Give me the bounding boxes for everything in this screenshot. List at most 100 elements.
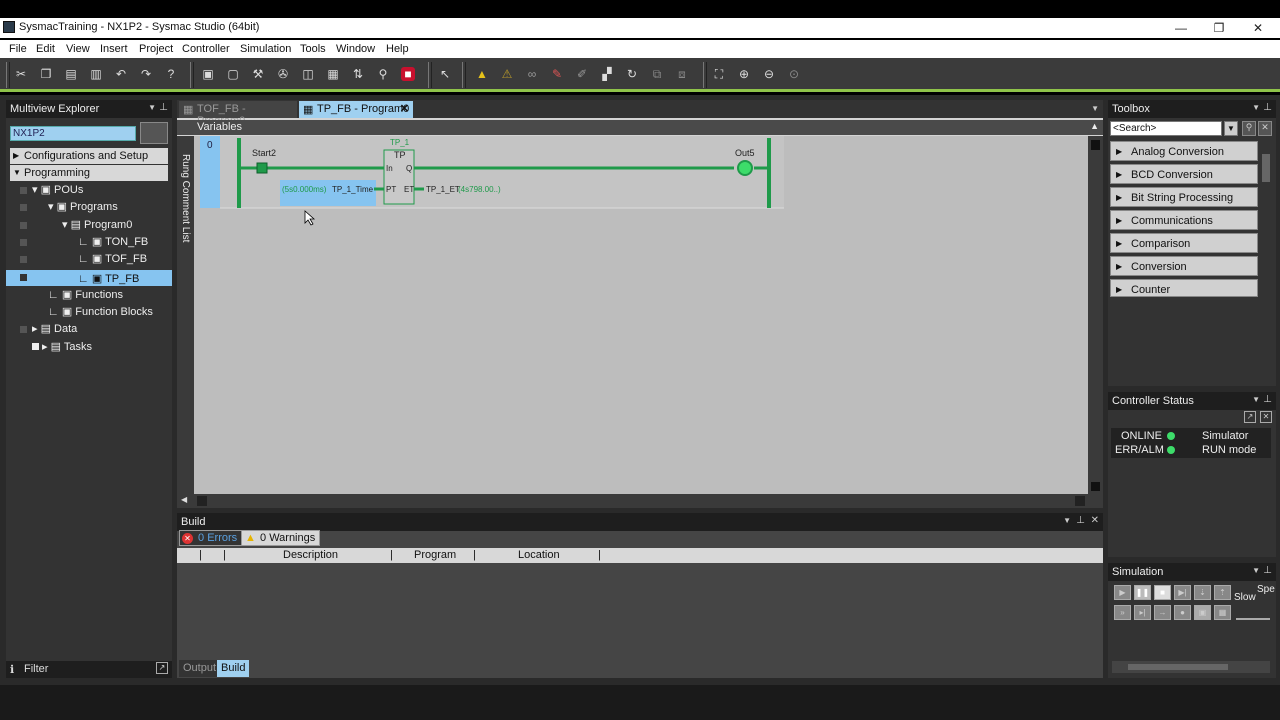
tab-output[interactable]: Output <box>179 660 221 677</box>
menu-file[interactable]: File <box>9 43 27 55</box>
dropdown-icon[interactable]: ▼ <box>1063 516 1071 525</box>
paste-icon[interactable]: ▤ <box>64 67 78 81</box>
ladder-canvas[interactable]: 0 Start2 TP_1 TP In Q PT ET (5s0.000ms) … <box>194 136 1088 494</box>
clear-search-icon[interactable]: ✕ <box>1258 121 1272 136</box>
search-dropdown-icon[interactable]: ▼ <box>1224 121 1238 136</box>
menu-controller[interactable]: Controller <box>182 43 230 55</box>
menu-view[interactable]: View <box>66 43 90 55</box>
sim-forward-icon[interactable]: → <box>1154 605 1171 620</box>
undo-icon[interactable]: ↶ <box>114 67 128 81</box>
window-icon[interactable]: ▢ <box>226 67 240 81</box>
group-programming[interactable]: ▼ Programming <box>10 165 168 181</box>
sim-step-out-icon[interactable]: ⇡ <box>1214 585 1231 600</box>
horizontal-scrollbar[interactable]: ◀ <box>177 494 1103 508</box>
scroll-down-icon[interactable] <box>1091 482 1100 491</box>
compare-icon[interactable]: ⧉ <box>650 67 664 81</box>
tree-item-programs[interactable]: ▾ ▣ Programs <box>48 200 118 216</box>
tree-item-data[interactable]: ▸ ▤ Data <box>32 322 77 338</box>
sim-record-icon[interactable]: ▣ <box>1194 605 1211 620</box>
close-tab-icon[interactable]: ✕ <box>400 102 409 115</box>
toolbox-item-communications[interactable]: ▶ Communications <box>1110 210 1258 230</box>
force-cancel-icon[interactable]: ✎ <box>550 67 564 81</box>
warnings-filter-button[interactable]: ▲ 0 Warnings <box>241 530 321 546</box>
toolbox-item-bit-string-processing[interactable]: ▶ Bit String Processing <box>1110 187 1258 207</box>
sim-step-icon[interactable]: ▶| <box>1174 585 1191 600</box>
redo-icon[interactable]: ↷ <box>139 67 153 81</box>
tree-item-ton-fb[interactable]: ∟ ▣ TON_FB <box>78 235 148 251</box>
menu-window[interactable]: Window <box>336 43 375 55</box>
variables-bar[interactable]: Variables ▲ <box>177 120 1103 135</box>
reset-icon[interactable]: ▞ <box>600 67 614 81</box>
pin-icon[interactable]: ⊥ <box>1076 515 1085 526</box>
sim-fast-icon[interactable]: » <box>1114 605 1131 620</box>
toolbox-item-bcd-conversion[interactable]: ▶ BCD Conversion <box>1110 164 1258 184</box>
dropdown-icon[interactable]: ▼ <box>148 103 156 112</box>
set-icon[interactable]: ✐ <box>575 67 589 81</box>
tasks-checkbox[interactable] <box>32 343 39 350</box>
dropdown-icon[interactable]: ▼ <box>1252 566 1260 575</box>
warning-icon[interactable]: ▲ <box>475 67 489 81</box>
filter-edit-icon[interactable]: ↗ <box>156 662 168 674</box>
tree-checkbox[interactable] <box>20 274 27 281</box>
tree-checkbox[interactable] <box>20 239 27 246</box>
tree-item-tof-fb[interactable]: ∟ ▣ TOF_FB <box>78 252 147 268</box>
sim-speed-slider[interactable] <box>1236 618 1270 620</box>
cursor-icon[interactable]: ↖ <box>438 67 452 81</box>
menu-project[interactable]: Project <box>139 43 173 55</box>
scroll-left-icon[interactable]: ◀ <box>181 495 187 504</box>
force-off-icon[interactable]: ∞ <box>525 67 539 81</box>
build-icon[interactable]: ⚒ <box>251 67 265 81</box>
pin-icon[interactable]: ⊥ <box>1263 394 1272 405</box>
tab-build[interactable]: Build <box>217 660 250 677</box>
menu-simulation[interactable]: Simulation <box>240 43 291 55</box>
tab-list-icon[interactable]: ▼ <box>1091 104 1099 113</box>
column-program[interactable]: Program <box>414 549 456 561</box>
tree-item-functions[interactable]: ∟ ▣ Functions <box>48 288 123 304</box>
tree-checkbox[interactable] <box>20 326 27 333</box>
sim-scrollbar[interactable] <box>1112 661 1270 673</box>
menu-tools[interactable]: Tools <box>300 43 326 55</box>
stop-icon[interactable]: ■ <box>401 67 415 81</box>
expand-up-icon[interactable]: ▲ <box>1090 121 1099 131</box>
sim-step-in-icon[interactable]: ⇣ <box>1194 585 1211 600</box>
restore-button[interactable]: ❐ <box>1204 19 1234 37</box>
sim-next-icon[interactable]: ▸| <box>1134 605 1151 620</box>
online-icon[interactable]: ◫ <box>301 67 315 81</box>
delete-icon[interactable]: ▥ <box>89 67 103 81</box>
help-icon[interactable]: ? <box>164 67 178 81</box>
column-description[interactable]: Description <box>283 549 338 561</box>
device-selector[interactable]: NX1P2 <box>10 126 136 141</box>
tab-tof-fb[interactable]: ▦ TOF_FB - Program0 <box>179 101 297 127</box>
toolbox-search-input[interactable]: <Search> <box>1110 121 1222 136</box>
close-panel-icon[interactable]: ✕ <box>1091 515 1099 526</box>
filter-bar[interactable]: ℹ Filter ↗ <box>6 661 172 678</box>
sim-run-icon[interactable]: ▶ <box>1114 585 1131 600</box>
menu-insert[interactable]: Insert <box>100 43 128 55</box>
dropdown-icon[interactable]: ▼ <box>1252 103 1260 112</box>
diff-icon[interactable]: ⧈ <box>675 67 689 81</box>
zoom-in-icon[interactable]: ⊕ <box>737 67 751 81</box>
scroll-thumb[interactable] <box>197 496 207 506</box>
sim-breakpoint-icon[interactable]: ● <box>1174 605 1191 620</box>
close-icon[interactable]: ✕ <box>1260 411 1272 423</box>
refresh-icon[interactable]: ↻ <box>625 67 639 81</box>
tree-item-function-blocks[interactable]: ∟ ▣ Function Blocks <box>48 305 153 321</box>
pin-icon[interactable]: ⊥ <box>1263 565 1272 576</box>
tree-checkbox[interactable] <box>20 222 27 229</box>
group-configurations[interactable]: ▶ Configurations and Setup <box>10 148 168 164</box>
zoom-out-icon[interactable]: ⊖ <box>762 67 776 81</box>
search-icon[interactable]: ⚲ <box>1242 121 1256 136</box>
contact-start2[interactable] <box>256 162 268 174</box>
expand-icon[interactable]: ↗ <box>1244 411 1256 423</box>
vertical-scrollbar[interactable] <box>1088 136 1103 494</box>
coil-out5[interactable] <box>737 160 753 176</box>
monitor-icon[interactable]: ▣ <box>201 67 215 81</box>
force-on-icon[interactable]: ⚠ <box>500 67 514 81</box>
toolbox-scroll-thumb[interactable] <box>1262 154 1270 182</box>
tree-checkbox[interactable] <box>20 187 27 194</box>
cut-icon[interactable]: ✂ <box>14 67 28 81</box>
sim-stop-icon[interactable]: ■ <box>1154 585 1171 600</box>
tree-checkbox[interactable] <box>20 204 27 211</box>
sim-table-icon[interactable]: ▦ <box>1214 605 1231 620</box>
scroll-thumb[interactable] <box>1091 140 1100 150</box>
